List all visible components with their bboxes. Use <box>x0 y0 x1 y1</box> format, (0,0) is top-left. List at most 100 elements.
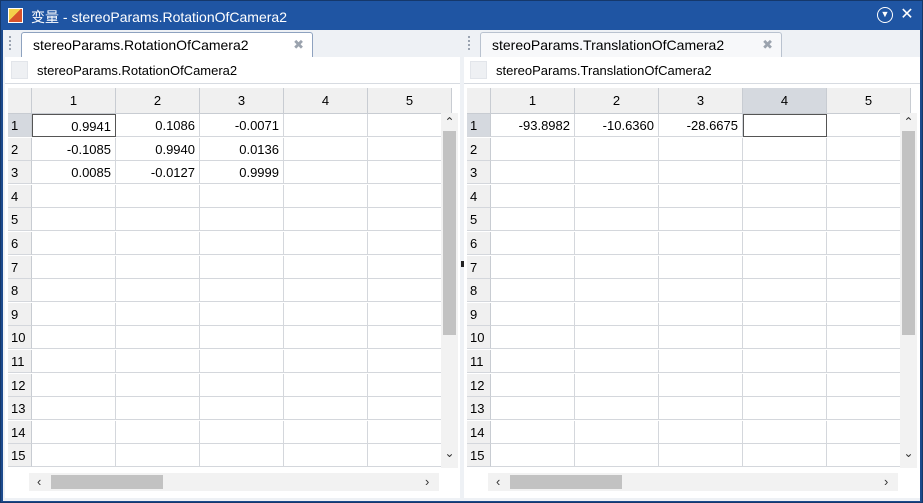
grid-cell[interactable]: -10.6360 <box>575 114 659 137</box>
grid-cell[interactable]: -0.1085 <box>32 137 116 161</box>
row-header[interactable]: 2 <box>8 137 32 161</box>
row-header[interactable]: 10 <box>467 326 491 350</box>
grid-cell[interactable] <box>200 279 284 303</box>
grid-cell[interactable] <box>827 326 911 350</box>
row-header[interactable]: 5 <box>8 208 32 232</box>
grid-cell[interactable] <box>575 373 659 397</box>
grid-cell[interactable] <box>368 255 452 279</box>
grid-cell[interactable] <box>659 255 743 279</box>
grid-cell[interactable] <box>200 444 284 468</box>
row-header[interactable]: 9 <box>467 302 491 326</box>
grid-cell[interactable] <box>743 350 827 373</box>
grid-cell[interactable] <box>827 161 911 185</box>
grid-cell[interactable] <box>491 444 575 468</box>
grid-cell[interactable] <box>284 326 368 350</box>
row-header[interactable]: 13 <box>467 397 491 421</box>
grid-cell[interactable] <box>575 137 659 161</box>
grid-cell[interactable] <box>368 161 452 185</box>
grid-cell[interactable] <box>659 444 743 468</box>
row-header[interactable]: 1 <box>467 114 491 137</box>
grid-cell[interactable] <box>116 420 200 444</box>
grid-cell[interactable] <box>491 279 575 303</box>
row-header[interactable]: 13 <box>8 397 32 421</box>
grid-cell[interactable] <box>491 255 575 279</box>
grid-cell[interactable] <box>743 184 827 208</box>
grid-cell[interactable] <box>368 420 452 444</box>
column-header[interactable]: 5 <box>827 88 911 114</box>
grid-cell[interactable] <box>32 373 116 397</box>
scroll-up-icon[interactable]: ⌃ <box>903 115 914 129</box>
row-header[interactable]: 8 <box>8 279 32 303</box>
grid-cell[interactable] <box>827 255 911 279</box>
grid-cell[interactable] <box>491 350 575 373</box>
scroll-left-icon[interactable]: ‹ <box>496 473 500 491</box>
row-header[interactable]: 12 <box>467 373 491 397</box>
grid-cell[interactable] <box>743 420 827 444</box>
grid-cell[interactable] <box>200 326 284 350</box>
grid-cell[interactable] <box>575 208 659 232</box>
grid-cell[interactable] <box>659 279 743 303</box>
grid-cell[interactable] <box>659 326 743 350</box>
tab-close-icon[interactable]: ✖ <box>293 37 304 53</box>
tab-rotation-of-camera2[interactable]: stereoParams.RotationOfCamera2 ✖ <box>21 32 313 57</box>
grid-cell[interactable] <box>32 444 116 468</box>
row-header[interactable]: 4 <box>467 184 491 208</box>
grid-cell[interactable] <box>284 279 368 303</box>
vertical-scroll-thumb[interactable] <box>443 131 456 335</box>
grid-cell[interactable] <box>659 232 743 255</box>
grid-cell[interactable]: 0.1086 <box>116 114 200 137</box>
column-header[interactable]: 3 <box>659 88 743 114</box>
grid-cell[interactable] <box>491 302 575 326</box>
grid-cell[interactable] <box>827 208 911 232</box>
grid-cell[interactable] <box>284 397 368 421</box>
grid-cell[interactable] <box>116 373 200 397</box>
column-header[interactable]: 2 <box>116 88 200 114</box>
grid-cell[interactable] <box>827 232 911 255</box>
grid-cell[interactable] <box>368 302 452 326</box>
grid-cell[interactable] <box>743 255 827 279</box>
row-header[interactable]: 6 <box>467 232 491 255</box>
grid-cell[interactable] <box>575 397 659 421</box>
grid-cell[interactable] <box>284 373 368 397</box>
grid-cell[interactable] <box>575 232 659 255</box>
grid-cell[interactable] <box>743 161 827 185</box>
grid-cell[interactable] <box>743 373 827 397</box>
chevron-down-circle-icon[interactable]: ▼ <box>877 7 893 23</box>
grid-cell[interactable] <box>659 420 743 444</box>
row-header[interactable]: 8 <box>467 279 491 303</box>
column-header[interactable]: 1 <box>491 88 575 114</box>
vertical-scroll-thumb[interactable] <box>902 131 915 335</box>
grid-cell[interactable] <box>32 302 116 326</box>
grid-cell[interactable] <box>200 397 284 421</box>
scroll-right-icon[interactable]: › <box>425 473 429 491</box>
grid-cell[interactable] <box>200 232 284 255</box>
grid-cell[interactable] <box>368 326 452 350</box>
grid-cell[interactable] <box>284 302 368 326</box>
grid-cell[interactable]: 0.9940 <box>116 137 200 161</box>
grid-cell[interactable] <box>200 373 284 397</box>
grid-cell[interactable] <box>284 161 368 185</box>
row-header[interactable]: 11 <box>8 350 32 373</box>
grid-cell[interactable] <box>284 444 368 468</box>
row-header[interactable]: 15 <box>8 444 32 468</box>
grid-cell[interactable] <box>659 373 743 397</box>
right-vertical-scrollbar[interactable]: ⌃ ⌄ <box>900 113 917 468</box>
grid-cell[interactable] <box>284 208 368 232</box>
grid-cell[interactable] <box>575 444 659 468</box>
tab-close-icon[interactable]: ✖ <box>762 37 773 53</box>
row-header[interactable]: 3 <box>8 161 32 185</box>
grid-cell[interactable] <box>32 232 116 255</box>
grid-cell[interactable] <box>743 114 827 137</box>
grid-cell[interactable] <box>659 161 743 185</box>
grid-cell[interactable] <box>827 397 911 421</box>
column-header[interactable]: 3 <box>200 88 284 114</box>
drag-grip-icon[interactable] <box>9 36 11 52</box>
grid-cell[interactable] <box>368 373 452 397</box>
grid-cell[interactable] <box>116 255 200 279</box>
grid-cell[interactable] <box>200 208 284 232</box>
grid-cell[interactable] <box>368 397 452 421</box>
grid-cell[interactable] <box>200 302 284 326</box>
grid-cell[interactable] <box>368 350 452 373</box>
grid-cell[interactable] <box>116 397 200 421</box>
grid-cell[interactable] <box>491 373 575 397</box>
